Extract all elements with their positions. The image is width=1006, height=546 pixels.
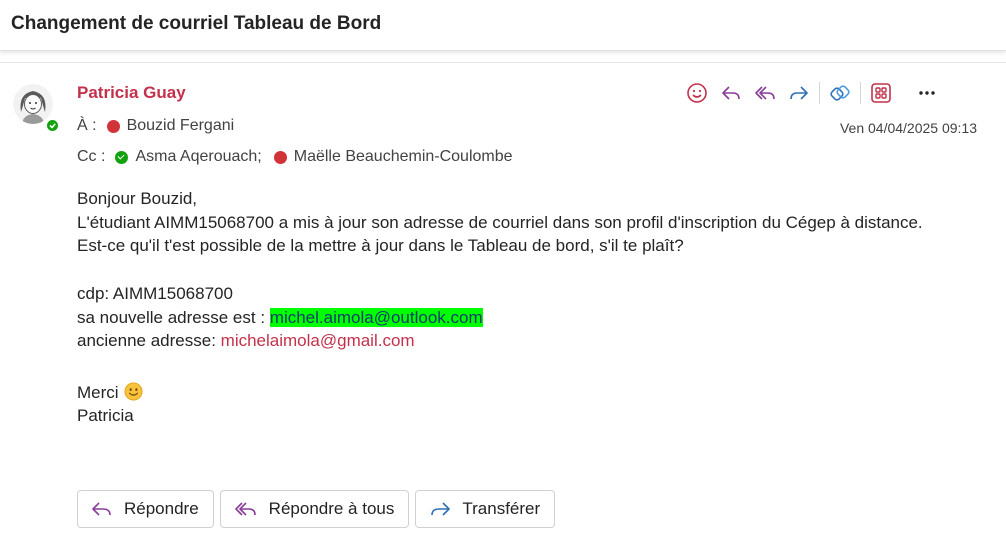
toolbar-divider <box>860 82 861 104</box>
email-subject: Changement de courriel Tableau de Bord <box>11 13 382 34</box>
reply-icon <box>722 86 740 100</box>
reply-icon <box>92 502 111 516</box>
cc-label: Cc : <box>77 148 106 165</box>
recipient-name[interactable]: Bouzid Fergani <box>127 117 235 135</box>
new-address-label: sa nouvelle adresse est : <box>77 307 270 327</box>
message-toolbar <box>680 80 944 106</box>
emoji-button[interactable] <box>680 80 714 106</box>
divider <box>0 62 1006 63</box>
more-actions-button[interactable] <box>910 80 944 106</box>
old-email-link[interactable]: michelaimola@gmail.com <box>221 331 415 350</box>
emoji-icon <box>687 83 707 103</box>
more-icon <box>919 91 935 95</box>
signature: Patricia <box>77 406 134 426</box>
toolbar-divider <box>819 82 820 104</box>
subject-bar: Changement de courriel Tableau de Bord <box>0 0 1006 51</box>
viva-insights-icon <box>830 85 850 101</box>
presence-available-icon <box>45 118 60 133</box>
reply-all-button-bottom[interactable]: Répondre à tous <box>219 490 410 528</box>
smile-emoji-icon <box>124 382 143 401</box>
sender-avatar[interactable] <box>13 84 53 124</box>
cc-row: Cc : Asma Aqerouach; Maëlle Beauchemin-C… <box>77 148 513 166</box>
old-address-line: ancienne adresse: michelaimola@gmail.com <box>77 329 957 353</box>
body-paragraph: L'étudiant AIMM15068700 a mis à jour son… <box>77 212 923 232</box>
quick-actions: Répondre Répondre à tous Transférer <box>77 490 556 528</box>
new-email-link[interactable]: michel.aimola@outlook.com <box>269 307 483 327</box>
sent-date: Ven 04/04/2025 09:13 <box>839 120 977 136</box>
old-address-label: ancienne adresse: <box>77 331 221 351</box>
forward-button-bottom[interactable]: Transférer <box>415 490 556 528</box>
message-body: Bonjour Bouzid, L'étudiant AIMM15068700 … <box>77 187 957 428</box>
thanks-line: Merci <box>77 381 957 405</box>
thanks-text: Merci <box>77 382 119 402</box>
forward-icon <box>431 502 451 516</box>
to-row: À : Bouzid Fergani <box>77 117 234 135</box>
greeting: Bonjour Bouzid, <box>77 189 198 208</box>
reply-all-label: Répondre à tous <box>268 499 395 518</box>
new-address-line: sa nouvelle adresse est : michel.aimola@… <box>77 306 957 330</box>
body-paragraph: Est-ce qu'il t'est possible de la mettre… <box>77 236 684 256</box>
reply-label: Répondre <box>124 499 199 518</box>
to-label: À : <box>77 117 97 134</box>
apps-icon <box>871 83 891 103</box>
cc-recipient-name[interactable]: Maëlle Beauchemin-Coulombe <box>294 148 513 166</box>
reply-button[interactable] <box>714 80 748 106</box>
viva-insights-button[interactable] <box>823 80 857 106</box>
reply-button-bottom[interactable]: Répondre <box>77 490 214 528</box>
forward-label: Transférer <box>462 499 541 518</box>
cdp-line: cdp: AIMM15068700 <box>77 283 233 303</box>
forward-icon <box>790 86 808 100</box>
sender-name[interactable]: Patricia Guay <box>77 83 186 103</box>
cc-recipient-name[interactable]: Asma Aqerouach; <box>135 148 261 166</box>
reply-all-button[interactable] <box>748 80 782 106</box>
forward-button[interactable] <box>782 80 816 106</box>
reply-all-icon <box>234 502 256 516</box>
presence-busy-icon <box>106 119 120 133</box>
presence-busy-icon <box>273 150 287 164</box>
presence-available-icon <box>115 150 129 164</box>
reply-all-icon <box>755 86 775 100</box>
apps-button[interactable] <box>864 80 898 106</box>
